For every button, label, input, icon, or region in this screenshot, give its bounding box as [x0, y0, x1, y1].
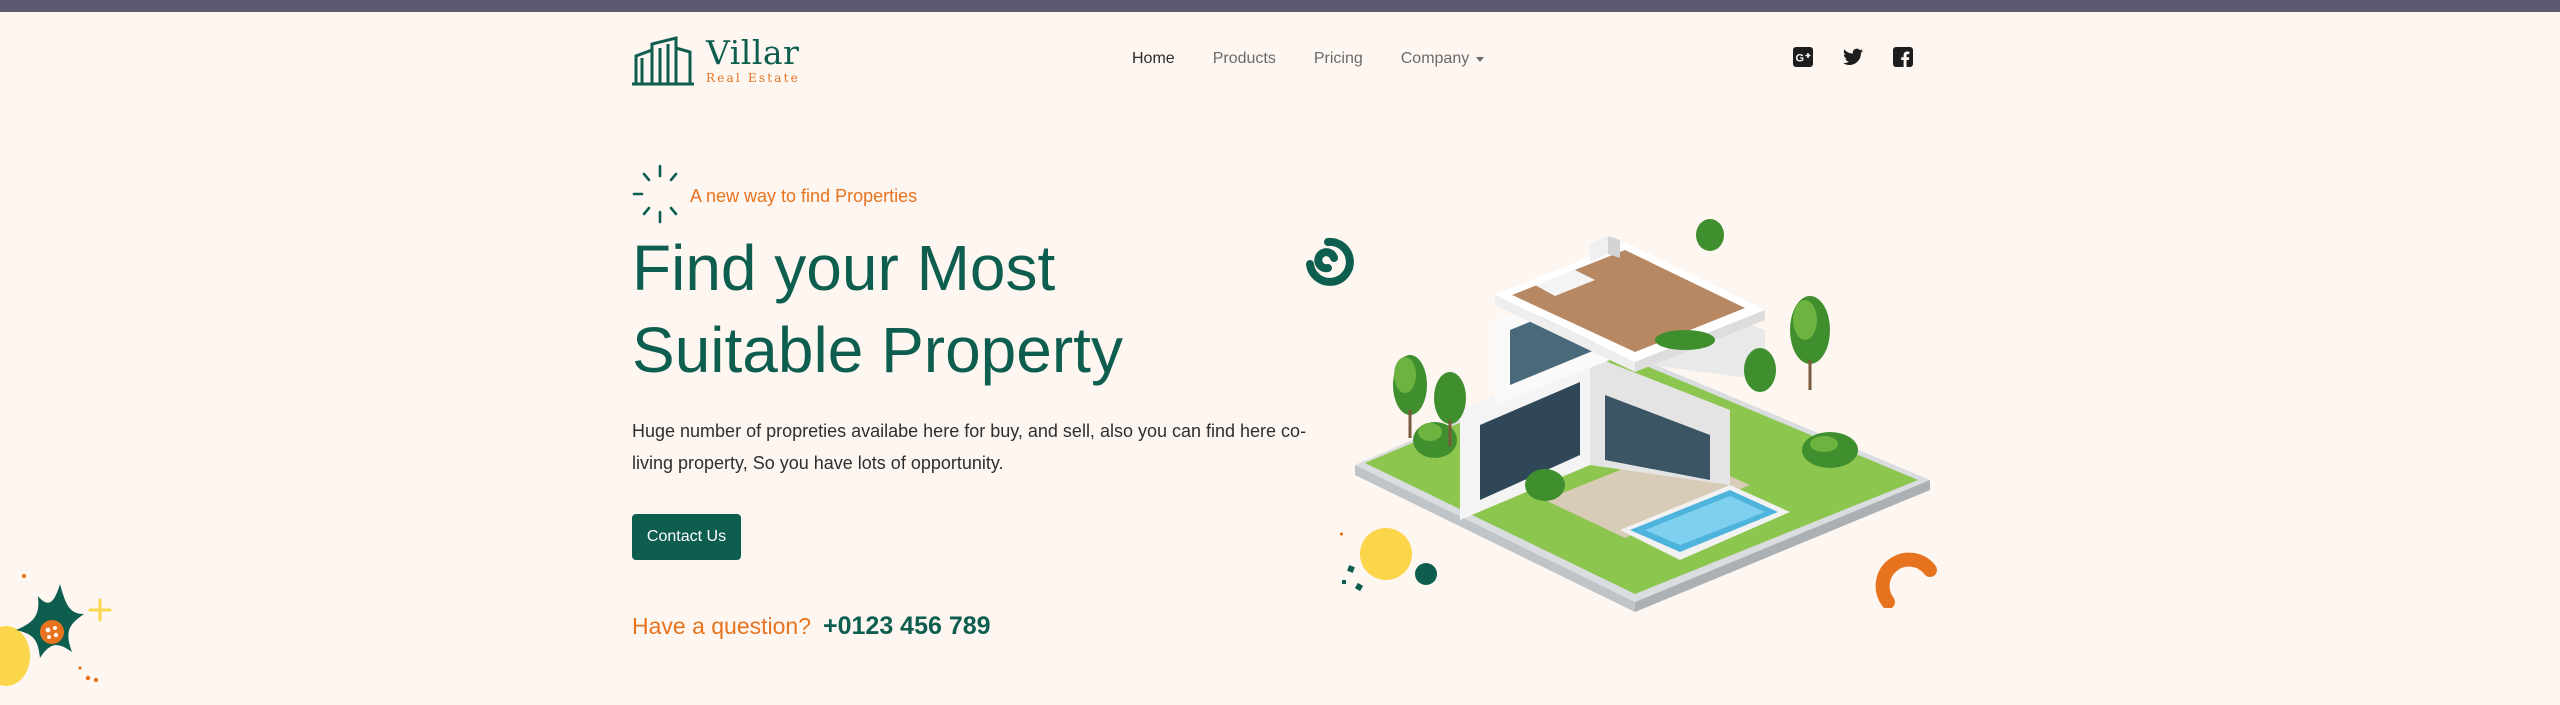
sparkle-burst-icon [632, 164, 678, 224]
contact-question: Have a question? +0123 456 789 [632, 612, 991, 641]
tagline-text: A new way to find Properties [690, 185, 918, 206]
brand-logo[interactable]: Villar Real Estate [632, 34, 800, 86]
house-illustration [1355, 219, 1930, 612]
twitter-icon[interactable] [1842, 46, 1864, 68]
nav-pricing[interactable]: Pricing [1314, 50, 1363, 68]
building-logo-icon [632, 36, 694, 86]
question-label: Have a question? [632, 613, 812, 639]
brand-subtitle: Real Estate [706, 71, 800, 85]
nav-company-label: Company [1400, 50, 1470, 67]
main-menu: Home Products Pricing Company [1132, 50, 1522, 68]
browser-tab-strip [0, 0, 2560, 12]
google-plus-icon[interactable]: G [1792, 46, 1814, 68]
nav-pricing-label: Pricing [1313, 50, 1363, 67]
hero-headline: Find your Most Suitable Property [632, 232, 1123, 386]
phone-link[interactable]: +0123 456 789 [823, 612, 991, 641]
brand-name: Villar [706, 33, 800, 72]
social-links: G [1792, 46, 1914, 68]
caret-down-icon [1476, 56, 1485, 62]
top-navbar: Villar Real Estate Home Products Pricing… [632, 30, 1914, 90]
starfish-decoration [0, 574, 112, 686]
nav-products-label: Products [1212, 50, 1276, 67]
svg-text:G: G [1796, 53, 1805, 65]
nav-products[interactable]: Products [1213, 50, 1276, 68]
contact-us-button[interactable]: Contact Us [632, 514, 741, 560]
nav-home[interactable]: Home [1132, 50, 1175, 68]
facebook-icon[interactable] [1892, 46, 1914, 68]
nav-company-dropdown[interactable]: Company [1400, 50, 1485, 68]
hero-tagline: A new way to find Properties [632, 164, 917, 224]
hero-description: Huge number of propreties availabe here … [632, 421, 1307, 473]
nav-home-label: Home [1132, 50, 1175, 67]
